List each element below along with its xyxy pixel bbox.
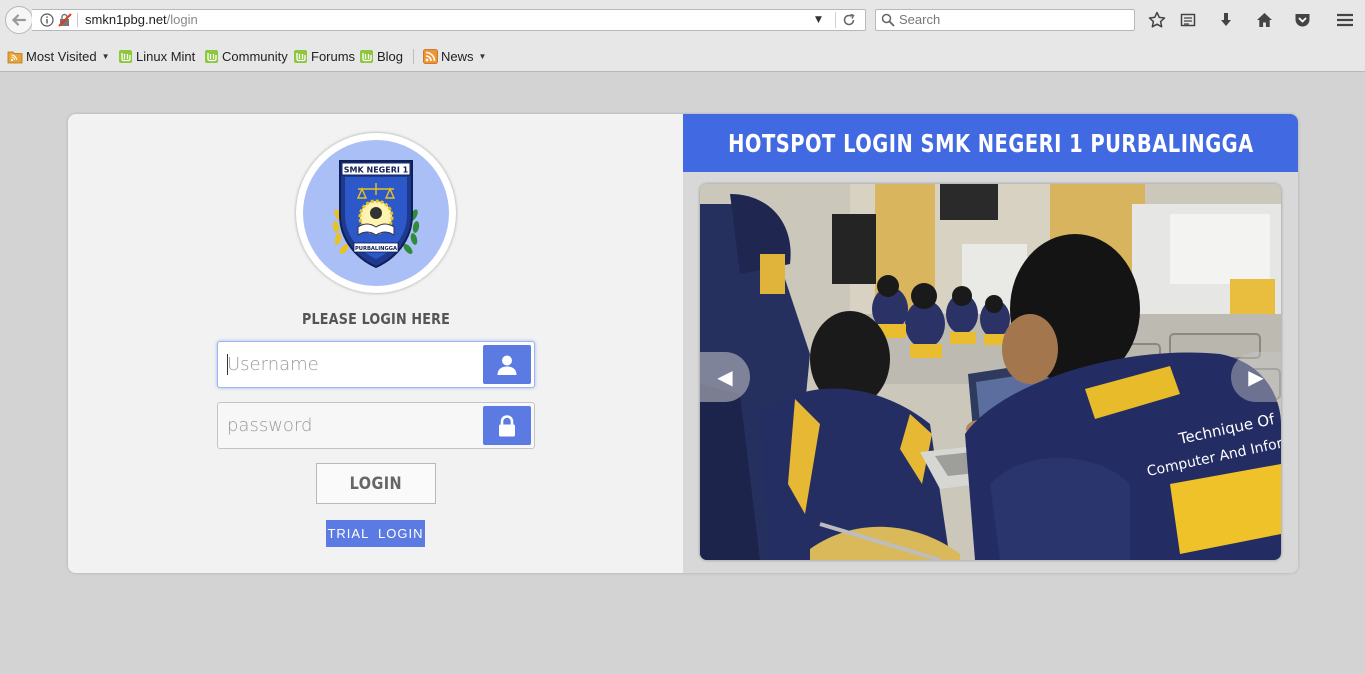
bookmark-news[interactable]: News ▼ bbox=[423, 47, 486, 65]
download-icon[interactable] bbox=[1216, 10, 1236, 30]
user-icon bbox=[497, 355, 517, 375]
star-icon[interactable] bbox=[1147, 10, 1167, 30]
search-icon bbox=[881, 13, 895, 27]
insecure-lock-icon[interactable] bbox=[58, 13, 72, 27]
home-icon[interactable] bbox=[1254, 10, 1274, 30]
mint-icon bbox=[205, 49, 218, 63]
login-heading: PLEASE LOGIN HERE bbox=[301, 310, 451, 328]
history-dropdown-icon[interactable]: ▼ bbox=[815, 12, 822, 28]
bookmark-label: Community bbox=[222, 48, 288, 64]
url-separator bbox=[77, 13, 78, 27]
bookmark-linux-mint[interactable]: Linux Mint bbox=[118, 47, 195, 65]
url-host: smkn1pbg.net bbox=[85, 12, 167, 27]
bookmark-most-visited[interactable]: Most Visited ▼ bbox=[7, 47, 110, 65]
school-logo: SMK NEGERI 1 PURBALINGGA bbox=[296, 133, 456, 293]
school-crest-icon: SMK NEGERI 1 PURBALINGGA bbox=[332, 160, 420, 269]
logo-text-top: SMK NEGERI 1 bbox=[344, 166, 409, 175]
arrow-right-icon: ▶ bbox=[1248, 365, 1264, 389]
password-icon-button[interactable] bbox=[483, 406, 531, 445]
bookmark-label: Linux Mint bbox=[136, 48, 196, 64]
username-icon-button[interactable] bbox=[483, 345, 531, 384]
login-card: SMK NEGERI 1 PURBALINGGA PLEASE LOGIN HE… bbox=[68, 114, 1298, 573]
slider-next-button[interactable]: ▶ bbox=[1231, 352, 1281, 402]
url-bar[interactable]: smkn1pbg.net/login ▼ bbox=[32, 9, 866, 31]
chevron-down-icon: ▼ bbox=[478, 51, 487, 61]
url-divider bbox=[835, 12, 836, 28]
login-button-label: LOGIN bbox=[349, 473, 403, 494]
reload-icon[interactable] bbox=[842, 13, 856, 27]
logo-text-bottom: PURBALINGGA bbox=[355, 246, 397, 252]
trial-login-label: TRIAL LOGIN bbox=[327, 526, 424, 541]
bookmark-label: Forums bbox=[311, 48, 356, 64]
rss-folder-icon bbox=[7, 51, 23, 63]
trial-login-button[interactable]: TRIAL LOGIN bbox=[326, 520, 425, 547]
password-input[interactable] bbox=[218, 403, 480, 448]
pocket-icon[interactable] bbox=[1292, 10, 1312, 30]
mint-icon bbox=[119, 49, 132, 63]
url-path: /login bbox=[166, 12, 198, 27]
bookmark-separator bbox=[413, 49, 414, 64]
banner-pane: HOTSPOT LOGIN SMK NEGERI 1 PURBALINGGA T… bbox=[683, 114, 1298, 573]
browser-navbar: smkn1pbg.net/login ▼ Search bbox=[0, 0, 1365, 40]
mint-icon bbox=[360, 49, 373, 63]
username-input[interactable] bbox=[218, 342, 480, 387]
bookmark-label: Blog bbox=[377, 48, 404, 64]
rss-icon bbox=[423, 48, 438, 64]
info-icon[interactable] bbox=[40, 13, 54, 27]
search-placeholder: Search bbox=[899, 12, 941, 27]
slider-prev-button[interactable]: ◀ bbox=[700, 352, 750, 402]
bookmark-forums[interactable]: Forums bbox=[293, 47, 355, 65]
chevron-down-icon: ▼ bbox=[101, 51, 110, 61]
username-field[interactable] bbox=[217, 341, 535, 388]
bookmarks-toolbar: Most Visited ▼ Linux Mint Community Foru… bbox=[0, 40, 1365, 72]
image-slider[interactable]: Technique Of Computer And Informatics ◀ … bbox=[700, 184, 1281, 560]
lock-icon bbox=[499, 414, 515, 436]
password-field[interactable] bbox=[217, 402, 535, 449]
banner: HOTSPOT LOGIN SMK NEGERI 1 PURBALINGGA bbox=[683, 114, 1298, 172]
login-button[interactable]: LOGIN bbox=[316, 463, 436, 504]
back-button[interactable] bbox=[5, 6, 33, 34]
bookmark-blog[interactable]: Blog bbox=[359, 47, 403, 65]
slider-photo: Technique Of Computer And Informatics bbox=[700, 184, 1281, 560]
text-cursor bbox=[227, 354, 228, 375]
url-text[interactable]: smkn1pbg.net/login bbox=[85, 12, 198, 28]
search-bar[interactable]: Search bbox=[875, 9, 1135, 31]
banner-title: HOTSPOT LOGIN SMK NEGERI 1 PURBALINGGA bbox=[727, 128, 1254, 158]
mint-icon bbox=[294, 49, 307, 63]
reading-list-icon[interactable] bbox=[1178, 10, 1198, 30]
school-emblem: SMK NEGERI 1 PURBALINGGA bbox=[303, 140, 449, 286]
bookmark-community[interactable]: Community bbox=[204, 47, 288, 65]
bookmark-label: News bbox=[441, 48, 474, 64]
menu-icon[interactable] bbox=[1335, 10, 1355, 30]
bookmark-label: Most Visited bbox=[26, 48, 97, 64]
back-arrow-icon bbox=[11, 14, 27, 26]
login-pane: SMK NEGERI 1 PURBALINGGA PLEASE LOGIN HE… bbox=[68, 114, 683, 573]
arrow-left-icon: ◀ bbox=[717, 365, 733, 389]
